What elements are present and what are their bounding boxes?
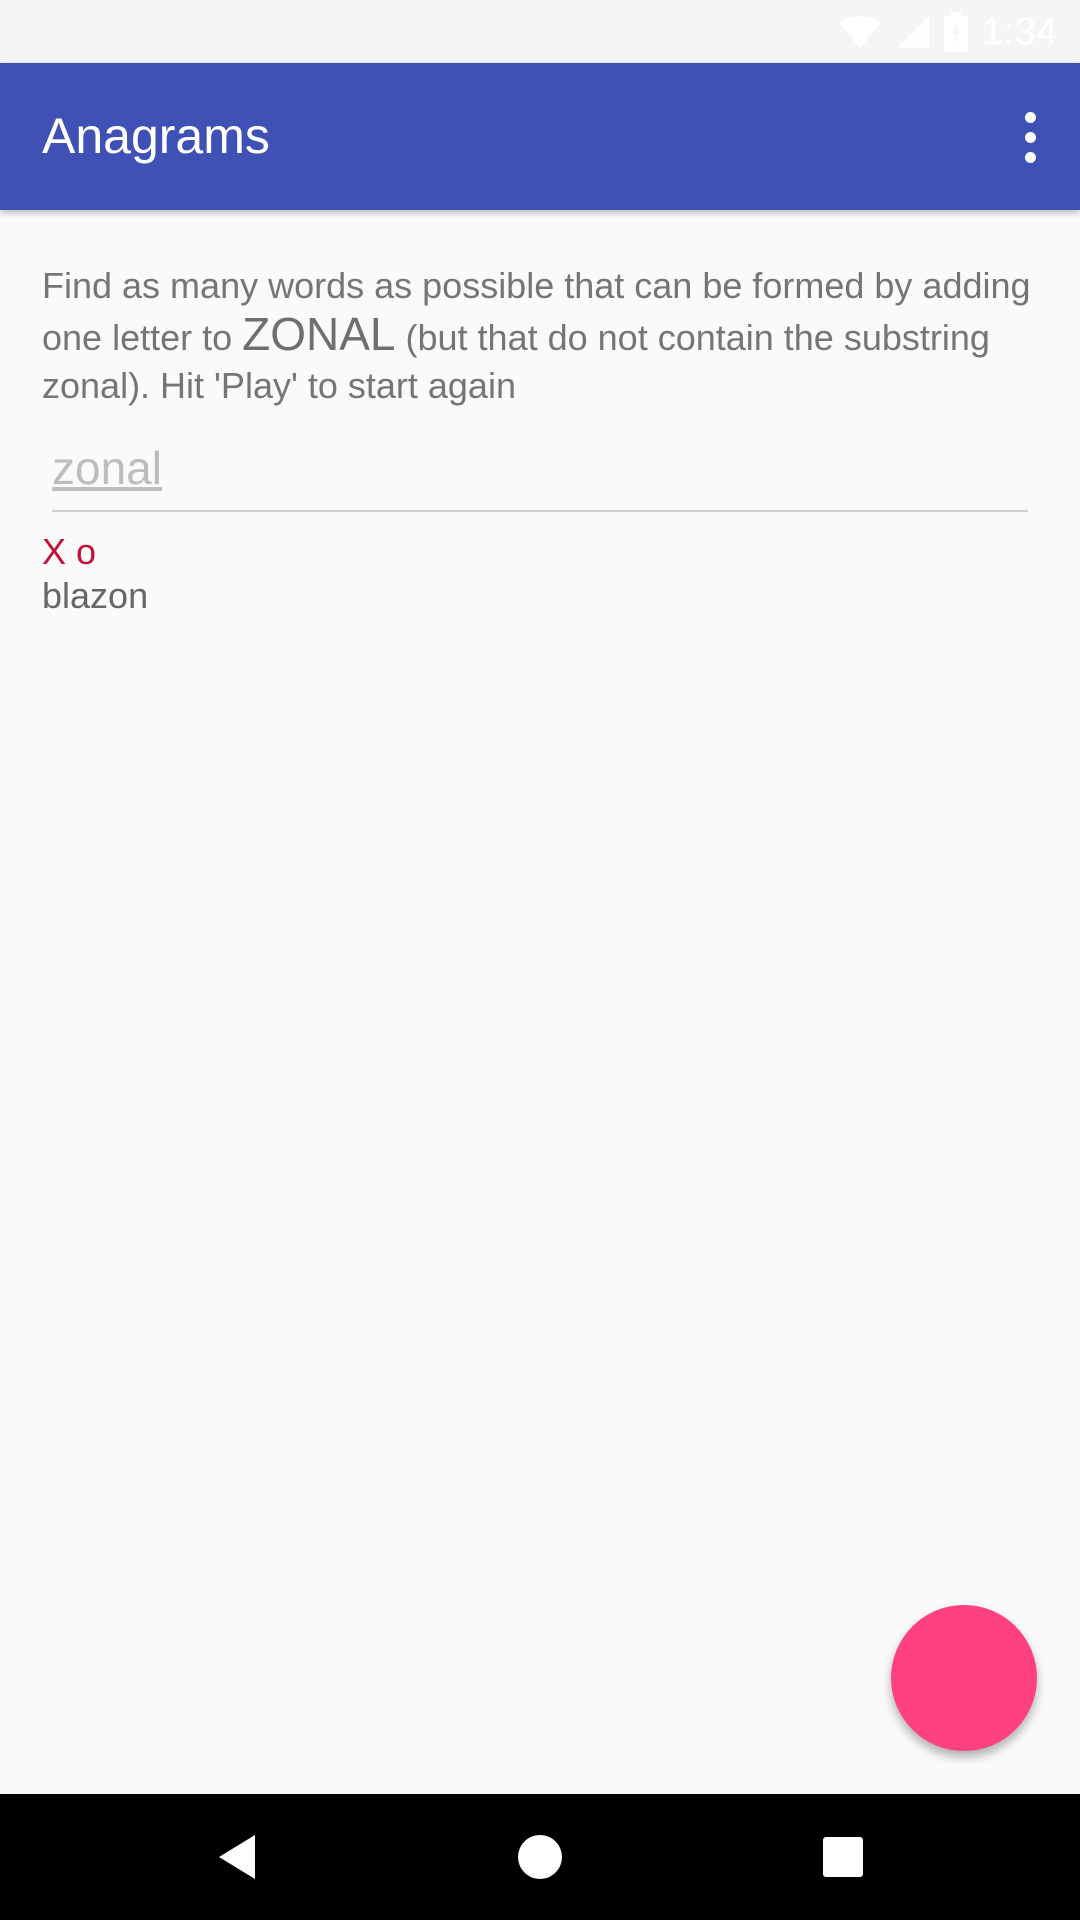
- battery-icon: [944, 12, 969, 52]
- app-title: Anagrams: [42, 108, 270, 164]
- home-icon: [518, 1835, 562, 1879]
- back-button[interactable]: [174, 1794, 300, 1920]
- wrong-guess: X o: [42, 531, 97, 572]
- status-bar: 1:34: [0, 0, 1080, 63]
- instructions-text: Find as many words as possible that can …: [42, 262, 1032, 410]
- status-time: 1:34: [982, 10, 1058, 53]
- signal-icon: [897, 16, 930, 48]
- more-vert-icon: [1024, 111, 1036, 123]
- home-button[interactable]: [477, 1794, 603, 1920]
- found-word: blazon: [42, 575, 149, 616]
- navigation-bar: [0, 1794, 1080, 1920]
- status-icons: 1:34: [838, 6, 1058, 58]
- guess-input[interactable]: [52, 436, 1028, 512]
- wifi-icon: [839, 16, 882, 48]
- app-bar: Anagrams: [0, 63, 1080, 210]
- target-word: ZONAL: [242, 308, 396, 360]
- more-options-button[interactable]: [998, 99, 1062, 175]
- more-vert-icon-dot: [1024, 151, 1036, 163]
- results-list: X o blazon: [42, 530, 148, 618]
- recents-button[interactable]: [780, 1794, 906, 1920]
- back-icon: [219, 1835, 255, 1879]
- more-vert-icon-dot: [1024, 131, 1036, 143]
- recents-icon: [823, 1837, 863, 1877]
- play-button[interactable]: [891, 1605, 1037, 1751]
